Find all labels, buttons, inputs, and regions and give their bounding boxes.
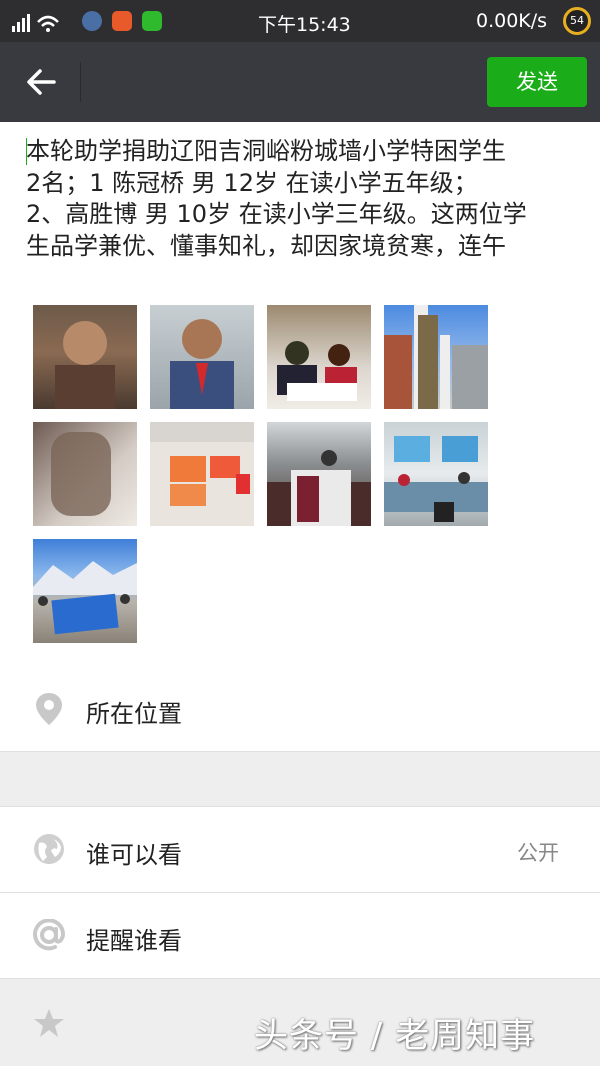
photo-room-interior[interactable] xyxy=(267,422,371,526)
visibility-label: 谁可以看 xyxy=(86,841,182,869)
remind-label: 提醒谁看 xyxy=(86,927,182,955)
photo-students-desk[interactable] xyxy=(267,305,371,409)
section-separator xyxy=(0,751,600,807)
post-text-input[interactable]: 本轮助学捐助辽阳吉洞峪粉城墙小学特困学生 2名；1 陈冠桥 男 12岁 在读小学… xyxy=(26,136,586,264)
wechat-app-icon xyxy=(142,11,162,31)
globe-icon xyxy=(34,834,64,864)
post-line: 生品学兼优、懂事知礼，却因家境贫寒，连午 xyxy=(26,231,506,260)
status-time: 下午15:43 xyxy=(258,14,351,36)
toolbar: 发送 xyxy=(0,42,600,122)
post-line: 2名；1 陈冠桥 男 12岁 在读小学五年级； xyxy=(26,168,478,197)
visibility-row[interactable]: 谁可以看 公开 xyxy=(0,807,600,892)
location-row[interactable]: 所在位置 xyxy=(0,668,600,750)
star-icon xyxy=(34,1009,64,1037)
watermark-text: 头条号 / 老周知事 xyxy=(254,1016,536,1056)
text-cursor xyxy=(26,138,27,165)
gallery-app-icon xyxy=(82,11,102,31)
photo-boy-portrait-1[interactable] xyxy=(33,305,137,409)
post-line: 2、高胜博 男 10岁 在读小学三年级。这两位学 xyxy=(26,200,527,228)
visibility-value: 公开 xyxy=(517,841,559,865)
status-bar: 下午15:43 0.00K/s 54 xyxy=(0,0,600,42)
send-button[interactable]: 发送 xyxy=(487,57,587,107)
location-label: 所在位置 xyxy=(86,700,182,728)
remind-row[interactable]: 提醒谁看 xyxy=(0,893,600,978)
post-line: 本轮助学捐助辽阳吉洞峪粉城墙小学特困学生 xyxy=(26,137,506,165)
photo-classroom[interactable] xyxy=(384,422,488,526)
photo-wall-certificates[interactable] xyxy=(150,422,254,526)
at-sign-icon xyxy=(33,919,65,951)
network-speed: 0.00K/s xyxy=(476,10,548,32)
signal-wifi-icon xyxy=(12,14,59,32)
sohu-app-icon xyxy=(112,11,132,31)
photo-school-gate[interactable] xyxy=(384,305,488,409)
photo-child-coat[interactable] xyxy=(33,422,137,526)
toolbar-divider xyxy=(80,62,81,102)
battery-icon: 54 xyxy=(563,7,591,35)
photo-grid xyxy=(33,305,493,645)
back-arrow-icon[interactable] xyxy=(20,60,64,104)
photo-group-banner[interactable] xyxy=(33,539,137,643)
photo-boy-portrait-2[interactable] xyxy=(150,305,254,409)
location-pin-icon xyxy=(36,693,62,725)
